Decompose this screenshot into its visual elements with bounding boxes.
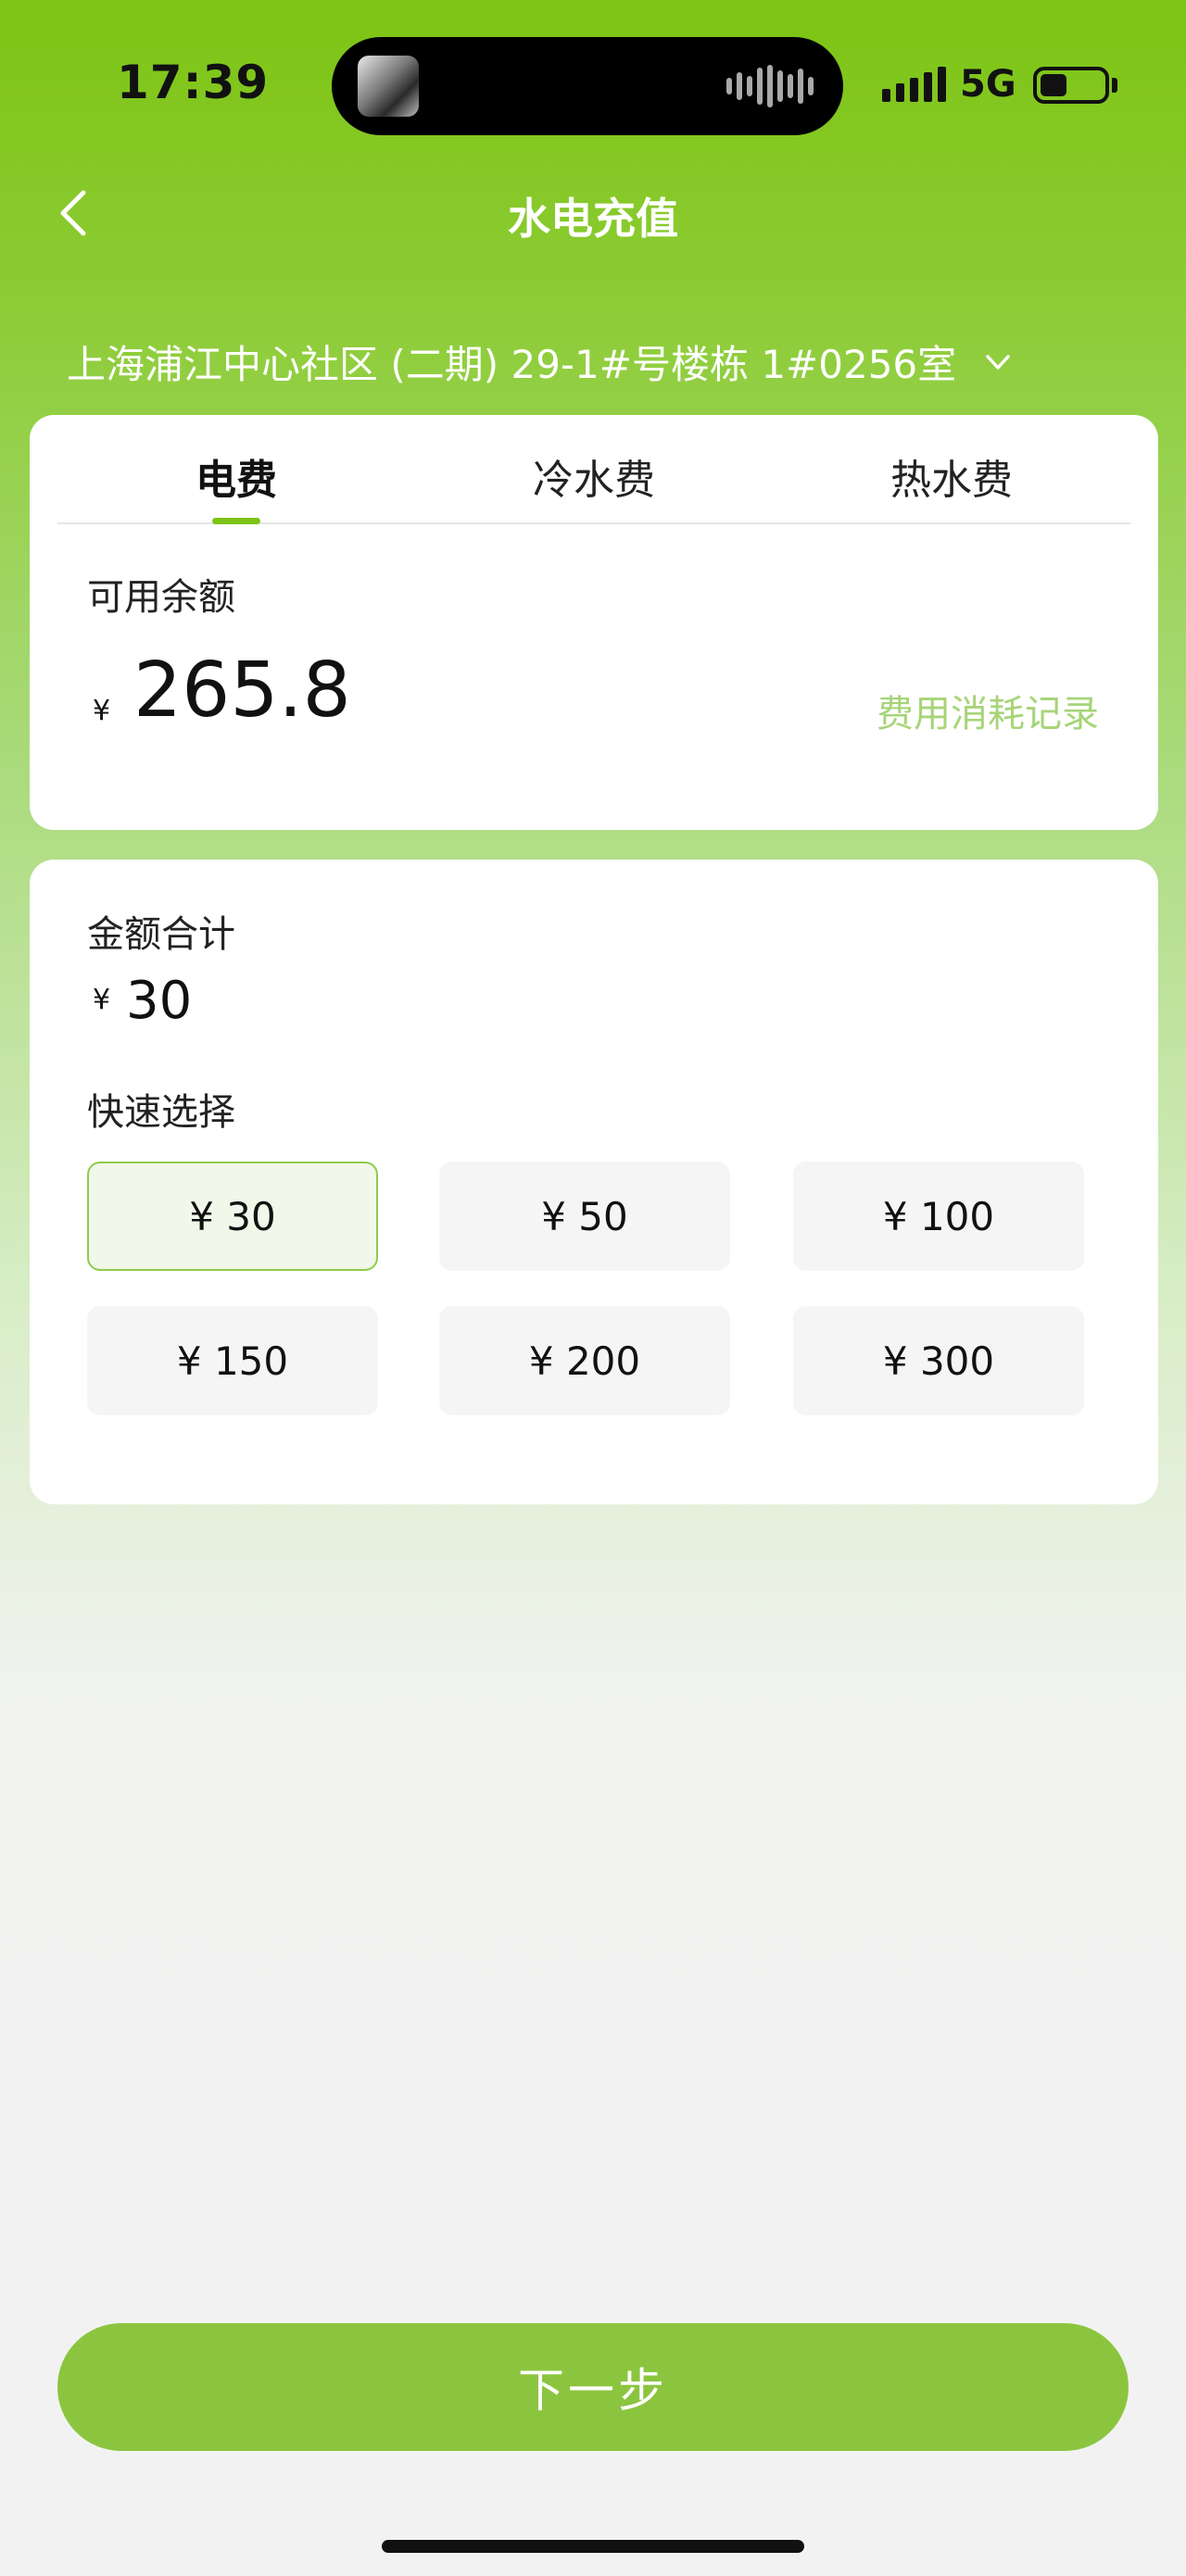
status-time: 17:39 (117, 56, 270, 109)
total-amount-value: 30 (126, 971, 193, 1031)
total-amount-label: 金额合计 (87, 913, 235, 956)
status-bar: 17:39 5G (0, 0, 1186, 171)
amount-option-300[interactable]: ¥ 300 (793, 1306, 1084, 1415)
next-step-button[interactable]: 下一步 (57, 2323, 1129, 2451)
amount-option-150[interactable]: ¥ 150 (87, 1306, 378, 1415)
battery-icon (1033, 67, 1109, 104)
consumption-record-link[interactable]: 费用消耗记录 (877, 684, 1099, 737)
address-text: 上海浦江中心社区 (二期) 29-1#号楼栋 1#0256室 (67, 342, 957, 387)
amount-card: 金额合计 ¥ 30 快速选择 ¥ 30 ¥ 50 ¥ 100 ¥ 150 ¥ 2… (30, 860, 1158, 1504)
signal-icon (882, 67, 946, 102)
dynamic-island[interactable] (332, 37, 843, 135)
audio-wave-icon (726, 65, 814, 107)
network-label: 5G (960, 63, 1016, 106)
chevron-down-icon (986, 354, 1010, 370)
tab-electricity[interactable]: 电费 (57, 415, 415, 524)
tab-cold-water[interactable]: 冷水费 (415, 415, 773, 522)
currency-symbol: ¥ (93, 984, 111, 1016)
amount-option-30[interactable]: ¥ 30 (87, 1162, 378, 1271)
tab-hot-water[interactable]: 热水费 (773, 415, 1130, 522)
battery-cap (1112, 78, 1117, 93)
tab-label: 冷水费 (533, 457, 655, 504)
media-thumbnail (358, 56, 419, 117)
amount-option-100[interactable]: ¥ 100 (793, 1162, 1084, 1271)
tab-label: 热水费 (890, 457, 1013, 504)
page-title: 水电充值 (508, 194, 678, 244)
home-indicator (382, 2540, 804, 2553)
quick-select-label: 快速选择 (87, 1091, 235, 1134)
fee-tabs: 电费 冷水费 热水费 (57, 415, 1130, 524)
amount-option-200[interactable]: ¥ 200 (439, 1306, 730, 1415)
amount-option-50[interactable]: ¥ 50 (439, 1162, 730, 1271)
balance-value: 265.8 (133, 647, 351, 735)
tab-indicator (212, 518, 260, 524)
address-selector[interactable]: 上海浦江中心社区 (二期) 29-1#号楼栋 1#0256室 (67, 333, 1014, 390)
tab-label: 电费 (196, 457, 277, 504)
currency-symbol: ¥ (93, 695, 111, 727)
balance-label: 可用余额 (87, 576, 235, 619)
balance-card: 电费 冷水费 热水费 可用余额 ¥ 265.8 费用消耗记录 (30, 415, 1158, 830)
